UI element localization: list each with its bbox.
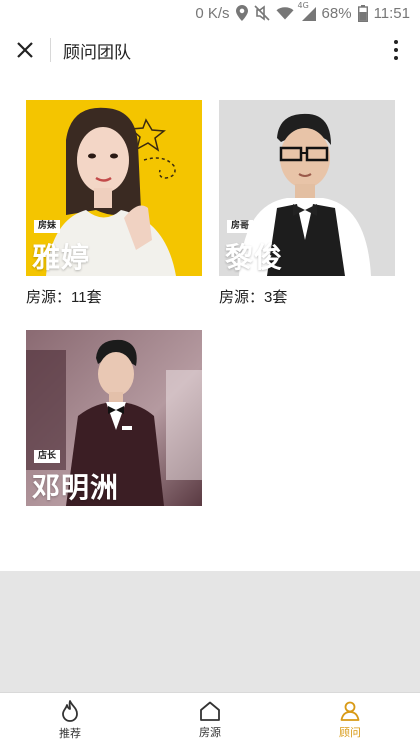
close-icon	[17, 42, 33, 58]
wifi-icon	[276, 0, 294, 26]
location-icon	[235, 0, 248, 26]
empty-background	[0, 571, 420, 692]
advisor-photo: 房妹 雅婷	[26, 100, 202, 276]
battery-icon	[357, 0, 368, 26]
battery-percent: 68%	[321, 4, 352, 22]
tab-label: 推荐	[59, 726, 81, 740]
clock: 11:51	[373, 4, 410, 22]
house-icon	[200, 701, 220, 721]
tab-label: 顾问	[339, 725, 361, 739]
tab-recommend[interactable]: 推荐	[0, 693, 140, 747]
flame-icon	[62, 699, 78, 722]
network-speed: 0 K/s	[195, 4, 230, 22]
advisor-photo: 房哥 黎俊	[219, 100, 395, 276]
advisor-name: 黎俊	[225, 241, 284, 274]
role-badge: 店长	[34, 450, 60, 463]
close-button[interactable]	[0, 26, 50, 74]
person-icon	[340, 701, 360, 721]
signal-icon: 4G	[297, 0, 316, 26]
role-badge: 房哥	[227, 220, 253, 233]
network-type: 4G	[297, 1, 309, 10]
status-bar: 0 K/s 4G 68% 11:51	[0, 0, 420, 26]
advisor-card[interactable]: 房哥 黎俊 房源：3套	[219, 100, 395, 307]
advisor-name: 雅婷	[32, 241, 91, 274]
advisor-card[interactable]: 房妹 雅婷 房源：11套	[26, 100, 202, 307]
advisor-name: 邓明洲	[32, 471, 120, 504]
tab-listings[interactable]: 房源	[140, 693, 280, 747]
listing-count: 房源：11套	[26, 288, 102, 306]
advisor-photo: 店长 邓明洲	[26, 330, 202, 506]
page-title: 顾问团队	[63, 42, 131, 63]
tab-advisors[interactable]: 顾问	[280, 693, 420, 747]
bottom-tab-bar: 推荐 房源 顾问	[0, 692, 420, 747]
tab-label: 房源	[199, 725, 221, 739]
header: 顾问团队	[0, 26, 420, 74]
role-badge: 房妹	[34, 220, 60, 233]
more-button[interactable]	[384, 26, 408, 74]
more-vertical-icon	[394, 40, 398, 44]
header-divider	[50, 38, 51, 62]
listing-count: 房源：3套	[219, 288, 288, 306]
advisor-card[interactable]: 店长 邓明洲	[26, 330, 202, 506]
mute-icon	[253, 0, 270, 26]
